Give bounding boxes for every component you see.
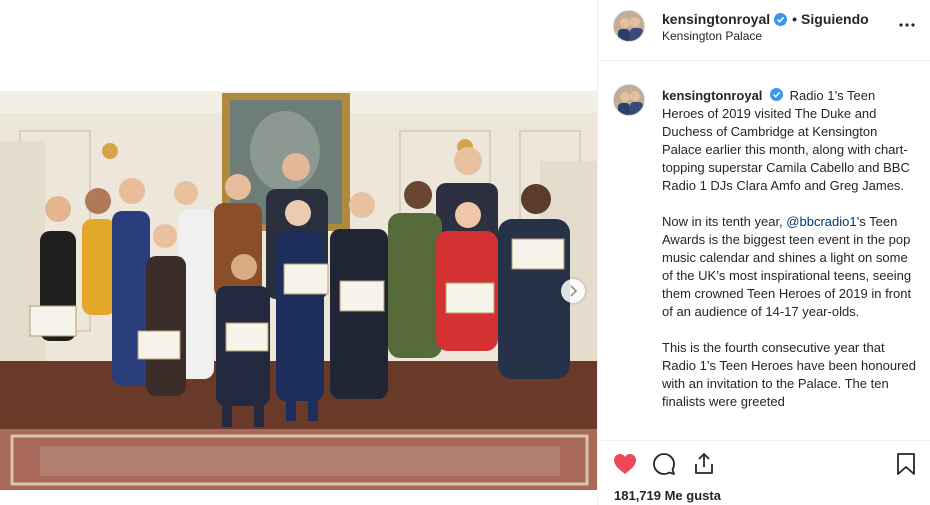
caption-username[interactable]: kensingtonroyal: [662, 88, 762, 103]
comment-icon: [653, 453, 675, 475]
share-button[interactable]: [691, 451, 717, 477]
next-photo-button[interactable]: [561, 279, 585, 303]
caption-text-1: Radio 1’s Teen Heroes of 2019 visited Th…: [662, 88, 910, 193]
like-button[interactable]: [612, 451, 638, 477]
post-actions: 181,719 Me gusta: [598, 440, 930, 505]
following-button[interactable]: Siguiendo: [801, 11, 869, 27]
heart-icon: [614, 454, 636, 474]
header-username[interactable]: kensingtonroyal: [662, 11, 770, 27]
post-media-pane: [0, 0, 597, 505]
comment-button[interactable]: [651, 451, 677, 477]
likes-count[interactable]: 181,719 Me gusta: [614, 488, 721, 503]
separator-dot: •: [792, 11, 798, 27]
caption-paragraph-2: Now in its tenth year, @bbcradio1’s Teen…: [662, 213, 917, 321]
location-link[interactable]: Kensington Palace: [662, 29, 762, 43]
comments-section[interactable]: kensingtonroyal Radio 1’s Teen Heroes of…: [598, 62, 930, 440]
more-options-icon: [899, 23, 915, 27]
bookmark-icon: [897, 453, 915, 475]
header-title-row: kensingtonroyal • Siguiendo: [662, 11, 869, 27]
caption-avatar[interactable]: [613, 84, 645, 116]
group-photo-illustration: [0, 91, 597, 490]
share-icon: [695, 453, 713, 474]
save-button[interactable]: [893, 451, 919, 477]
profile-photo-icon: [614, 11, 644, 41]
profile-photo-icon: [614, 85, 644, 115]
mention-link[interactable]: @bbcradio1: [786, 214, 856, 229]
caption-paragraph-3: This is the fourth consecutive year that…: [662, 340, 916, 409]
caption-text-2a: Now in its tenth year,: [662, 214, 787, 229]
chevron-right-icon: [570, 285, 578, 297]
post-caption: kensingtonroyal Radio 1’s Teen Heroes of…: [662, 87, 917, 429]
verified-badge-icon: [770, 88, 784, 101]
post-header: kensingtonroyal • Siguiendo Kensington P…: [598, 0, 930, 61]
verified-badge-icon: [774, 12, 788, 26]
post-side-panel: kensingtonroyal • Siguiendo Kensington P…: [597, 0, 930, 505]
post-photo[interactable]: [0, 91, 597, 490]
more-options-button[interactable]: [898, 16, 916, 34]
avatar[interactable]: [613, 10, 645, 42]
caption-text-2b: ’s Teen Awards is the biggest teen event…: [662, 214, 912, 319]
caption-paragraph-1: kensingtonroyal Radio 1’s Teen Heroes of…: [662, 87, 917, 195]
